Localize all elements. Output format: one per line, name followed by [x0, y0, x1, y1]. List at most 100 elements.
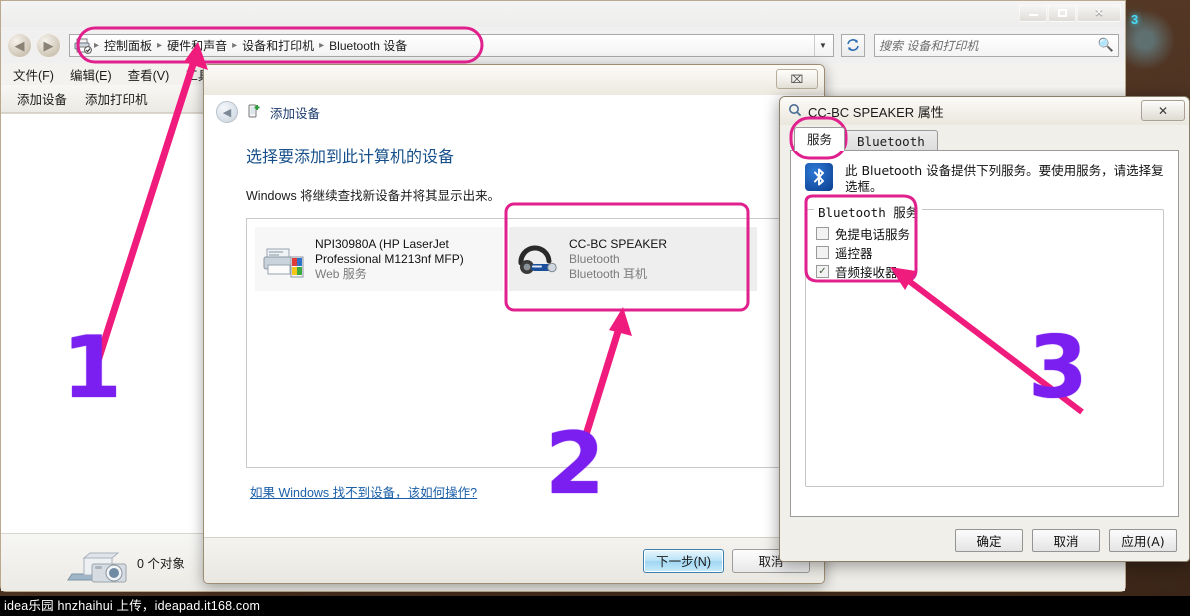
cancel-button-label: 取消	[1053, 533, 1079, 549]
add-device-body: 选择要添加到此计算机的设备 Windows 将继续查找新设备并将其显示出来。 N…	[204, 129, 824, 501]
add-printer-button[interactable]: 添加打印机	[85, 89, 148, 108]
tab-services[interactable]: 服务	[794, 127, 846, 151]
add-device-icon	[246, 103, 262, 122]
annotation-number-2: 2	[545, 414, 605, 514]
annotation-number-3: 3	[1028, 318, 1088, 418]
add-device-close-button[interactable]: ⌧	[776, 69, 818, 89]
checkbox-handsfree[interactable]	[816, 227, 829, 240]
device-name-line1: CC-BC SPEAKER	[569, 236, 668, 251]
explorer-titlebar: ✕	[1, 1, 1125, 27]
printer-camera-icon	[66, 544, 142, 588]
device-type: Bluetooth	[569, 251, 620, 266]
breadcrumb-item-hardware-sound[interactable]: 硬件和声音	[164, 37, 230, 54]
add-device-dialog: ⌧ ◀ 添加设备 选择要添加到此计算机的设备 Windows 将继续查找新设备并…	[203, 64, 825, 584]
device-text: CC-BC SPEAKER Bluetooth Bluetooth 耳机	[569, 237, 667, 282]
close-button[interactable]: ✕	[1077, 3, 1121, 22]
add-device-footer: 下一步(N) 取消	[204, 537, 824, 583]
speaker-properties-dialog: CC-BC SPEAKER 属性 ✕ 服务 Bluetooth 此 Blueto…	[779, 96, 1190, 562]
device-name-line2: Professional M1213nf MFP)	[315, 251, 464, 266]
bluetooth-description: 此 Bluetooth 设备提供下列服务。要使用服务，请选择复 选框。	[845, 163, 1164, 195]
properties-footer: 确定 取消 应用(A)	[780, 519, 1189, 561]
description-line-2: 选框。	[845, 179, 883, 194]
checkbox-remote[interactable]	[816, 246, 829, 259]
device-list-item-speaker[interactable]: CC-BC SPEAKER Bluetooth Bluetooth 耳机	[509, 227, 757, 291]
device-type: Web 服务	[315, 266, 367, 281]
ok-button[interactable]: 确定	[955, 528, 1023, 552]
menu-item-view[interactable]: 查看(V)	[128, 65, 170, 84]
printer-icon	[261, 237, 307, 281]
chevron-down-icon[interactable]: ▼	[814, 34, 831, 56]
checkbox-row-handsfree[interactable]: 免提电话服务	[816, 224, 1153, 243]
close-icon: ✕	[1157, 103, 1169, 118]
breadcrumb-item-bluetooth-devices[interactable]: Bluetooth 设备	[326, 37, 410, 54]
description-line-1: 此 Bluetooth 设备提供下列服务。要使用服务，请选择复	[845, 163, 1164, 178]
apply-button[interactable]: 应用(A)	[1109, 528, 1177, 552]
breadcrumb-item-devices-printers[interactable]: 设备和打印机	[239, 37, 317, 54]
menu-item-edit[interactable]: 编辑(E)	[70, 65, 112, 84]
forward-arrow-icon: ▶	[43, 37, 54, 53]
refresh-icon	[847, 39, 859, 51]
add-device-header: ◀ 添加设备	[204, 95, 824, 129]
window-controls: ✕	[1019, 3, 1121, 22]
dialog-heading: 选择要添加到此计算机的设备	[246, 149, 455, 166]
next-button-label: 下一步(N)	[656, 555, 711, 569]
properties-tabstrip: 服务 Bluetooth	[790, 127, 1179, 151]
device-list-item-printer[interactable]: NPI30980A (HP LaserJet Professional M121…	[255, 227, 503, 291]
close-icon: ✕	[1094, 7, 1104, 19]
desktop-glow-mark: 3	[1131, 12, 1139, 27]
watermark-bar: idea乐园 hnzhaihui 上传，ideapad.it168.com	[0, 596, 1190, 616]
checkbox-row-remote[interactable]: 遥控器	[816, 243, 1153, 262]
search-input[interactable]: 搜索 设备和打印机 🔍	[874, 33, 1119, 57]
properties-cancel-button[interactable]: 取消	[1032, 528, 1100, 552]
close-icon: ⌧	[790, 73, 804, 86]
address-bar[interactable]: ▸ 控制面板 ▸ 硬件和声音 ▸ 设备和打印机 ▸ Bluetooth 设备 ▼	[69, 33, 834, 57]
properties-title: CC-BC SPEAKER 属性	[808, 104, 944, 120]
breadcrumb-item-control-panel[interactable]: 控制面板	[101, 37, 155, 54]
device-name-line1: NPI30980A (HP LaserJet	[315, 236, 449, 251]
dialog-back-button[interactable]: ◀	[216, 101, 238, 123]
back-arrow-icon: ◀	[222, 106, 232, 119]
group-legend: Bluetooth 服务	[814, 202, 923, 221]
screenshot-root: 3 3 3 ✕ ◀ ▶	[0, 0, 1190, 616]
add-device-titlebar: ⌧	[204, 65, 824, 95]
next-button[interactable]: 下一步(N)	[643, 548, 724, 573]
device-text: NPI30980A (HP LaserJet Professional M121…	[315, 237, 464, 282]
explorer-navigation-bar: ◀ ▶ ▸ 控制面板 ▸ 硬件和声音 ▸ 设备和打印机 ▸ Bluetooth …	[1, 27, 1125, 63]
breadcrumb-separator: ▸	[157, 39, 163, 51]
forward-button[interactable]: ▶	[36, 32, 61, 58]
tab-bluetooth[interactable]: Bluetooth	[844, 130, 938, 151]
search-icon: 🔍	[1097, 37, 1114, 52]
services-tab-panel: 此 Bluetooth 设备提供下列服务。要使用服务，请选择复 选框。 Blue…	[790, 150, 1179, 517]
checkbox-label-handsfree: 免提电话服务	[835, 228, 911, 242]
annotation-number-1: 1	[62, 318, 122, 418]
refresh-button[interactable]	[841, 33, 865, 57]
back-arrow-icon: ◀	[14, 37, 25, 53]
magnifier-icon	[788, 103, 802, 120]
add-device-button[interactable]: 添加设备	[17, 89, 67, 108]
dialog-subtext: Windows 将继续查找新设备并将其显示出来。	[246, 189, 501, 203]
breadcrumb: ▸ 控制面板 ▸ 硬件和声音 ▸ 设备和打印机 ▸ Bluetooth 设备	[94, 37, 814, 54]
properties-content: 服务 Bluetooth 此 Bluetooth 设备提供下列服务。要使用服务，…	[790, 127, 1179, 517]
device-type-detail: Bluetooth 耳机	[569, 266, 648, 281]
checkbox-label-remote: 遥控器	[835, 247, 873, 261]
checkbox-row-audio-sink[interactable]: ✓ 音频接收器	[816, 262, 1153, 281]
bluetooth-description-row: 此 Bluetooth 设备提供下列服务。要使用服务，请选择复 选框。	[805, 163, 1164, 195]
device-list: NPI30980A (HP LaserJet Professional M121…	[246, 218, 802, 468]
checkbox-audio-sink[interactable]: ✓	[816, 265, 829, 278]
minimize-button[interactable]	[1019, 3, 1047, 22]
printer-device-icon	[74, 37, 92, 54]
ok-button-label: 确定	[976, 533, 1002, 549]
headset-icon	[515, 237, 561, 281]
back-button[interactable]: ◀	[7, 32, 32, 58]
apply-button-label: 应用(A)	[1121, 533, 1165, 549]
menu-item-file[interactable]: 文件(F)	[13, 65, 54, 84]
maximize-button[interactable]	[1048, 3, 1076, 22]
breadcrumb-separator: ▸	[232, 39, 238, 51]
bluetooth-services-group: Bluetooth 服务 免提电话服务 遥控器 ✓ 音频接收器	[805, 202, 1164, 487]
properties-close-button[interactable]: ✕	[1141, 100, 1185, 121]
object-count-label: 0 个对象	[137, 557, 185, 571]
checkmark-icon: ✓	[818, 266, 827, 277]
bluetooth-icon	[805, 163, 833, 191]
watermark-text: idea乐园 hnzhaihui 上传，ideapad.it168.com	[4, 599, 261, 613]
help-link[interactable]: 如果 Windows 找不到设备，该如何操作?	[250, 482, 802, 501]
